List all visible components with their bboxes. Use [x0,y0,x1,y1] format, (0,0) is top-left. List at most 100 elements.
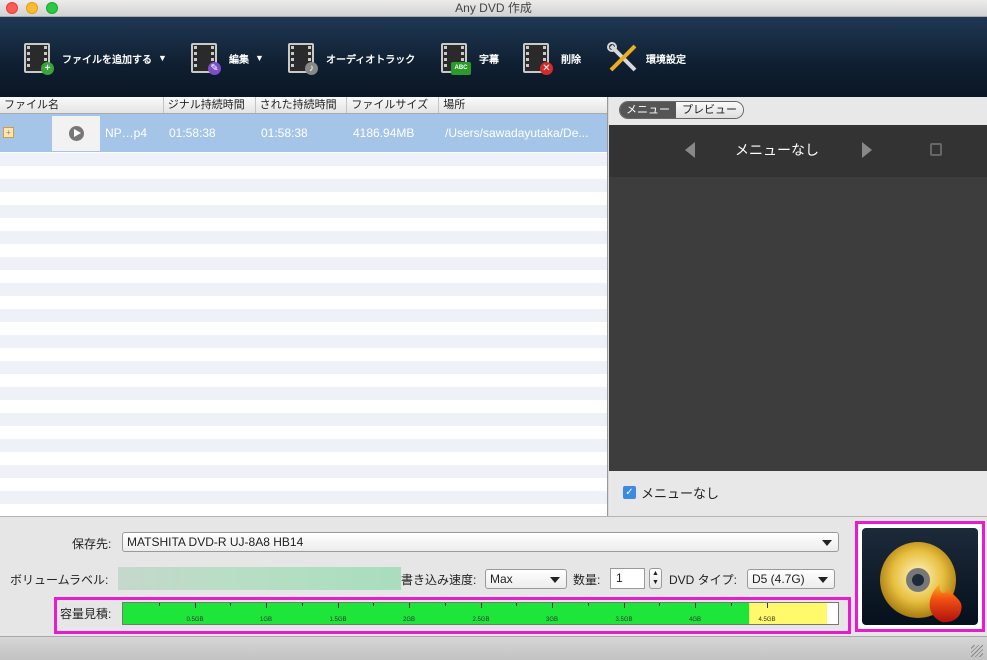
minimize-window-button[interactable] [26,2,38,14]
save-to-select[interactable]: MATSHITA DVD-R UJ-8A8 HB14 [122,532,839,552]
audio-track-button[interactable]: ♪ オーディオトラック [286,39,415,77]
capacity-tick [338,603,339,608]
chevron-down-icon [822,540,832,546]
add-file-button[interactable]: + ファイルを追加する ▼ [22,39,167,77]
capacity-bar: 0.5GB 1GB 1.5GB 2GB 2.5GB 3GB 3.5GB 4GB 4.5GB [122,602,839,625]
volume-label-label: ボリュームラベル: [10,573,109,587]
edit-button[interactable]: ✎ 編集 ▼ [189,39,264,77]
add-file-label: ファイルを追加する [62,54,152,66]
next-menu-icon[interactable] [862,142,872,158]
burn-button[interactable] [862,528,978,625]
capacity-tick-label: 2GB [402,617,416,623]
capacity-tick [266,603,267,608]
capacity-minor-tick [588,603,589,606]
settings-button[interactable]: 環境設定 [606,39,686,77]
quantity-stepper[interactable]: ▲ ▼ [649,568,662,589]
capacity-tick [409,603,410,608]
capacity-tick [767,603,768,608]
delete-button[interactable]: ✕ 削除 [521,39,581,77]
quantity-label: 数量: [573,573,601,587]
file-list-rows [0,114,607,516]
menu-navigation-bar: メニューなし [609,125,987,177]
disc-burn-icon [880,542,962,623]
edit-menu-icon[interactable] [930,143,942,156]
subtitle-button[interactable]: ABC 字幕 [439,39,499,77]
column-header-trimmed-duration[interactable]: された持続時間 [256,97,348,113]
file-size: 4186.94MB [353,126,415,140]
capacity-tick-label: 0.5GB [186,617,204,623]
file-list: ファイル名 ジナル持続時間 された持続時間 ファイルサイズ 場所 + NP…p4… [0,97,608,516]
tab-menu[interactable]: メニュー [620,102,676,118]
column-header-location[interactable]: 場所 [439,97,607,113]
capacity-minor-tick [373,603,374,606]
window-title: Any DVD 作成 [455,1,532,15]
capacity-tick [195,603,196,608]
capacity-tick-label: 3.5GB [615,617,633,623]
volume-label-input[interactable] [118,567,401,590]
toolbar: + ファイルを追加する ▼ ✎ 編集 ▼ ♪ オーディオトラック ABC 字幕 … [0,17,987,97]
title-bar: Any DVD 作成 [0,0,987,17]
edit-label: 編集 [229,54,249,66]
burn-highlight-frame [855,521,985,632]
chevron-down-icon[interactable]: ▼ [255,53,264,63]
write-speed-select[interactable]: Max [485,569,567,589]
capacity-label: 容量見積: [60,607,112,621]
column-header-filename[interactable]: ファイル名 [0,97,164,113]
row-checkbox[interactable]: + [3,127,14,138]
chevron-down-icon [550,577,560,583]
film-abc-icon: ABC [439,41,471,75]
save-to-label: 保存先: [72,537,112,551]
capacity-minor-tick [731,603,732,606]
file-name: NP…p4 [105,126,148,140]
settings-label: 環境設定 [646,54,686,66]
dvd-type-label: DVD タイプ: [669,573,738,587]
capacity-tick [552,603,553,608]
film-delete-icon: ✕ [521,41,553,75]
subtitle-label: 字幕 [479,54,499,66]
no-menu-checkbox[interactable]: ✓ メニューなし [623,483,719,502]
delete-label: 削除 [561,54,581,66]
quantity-field[interactable]: 1 [610,568,645,589]
chevron-down-icon[interactable]: ▼ [158,53,167,63]
capacity-tick [481,603,482,608]
chevron-down-icon [818,577,828,583]
capacity-tick-label: 3GB [545,617,559,623]
audio-track-label: オーディオトラック [326,54,416,66]
capacity-minor-tick [159,603,160,606]
output-settings: 保存先: MATSHITA DVD-R UJ-8A8 HB14 ボリュームラベル… [0,516,987,636]
tab-preview[interactable]: プレビュー [676,102,743,118]
no-menu-checkbox-label: メニューなし [641,486,720,501]
capacity-tick [695,603,696,608]
menu-preview-segment: メニュー プレビュー [619,101,744,119]
capacity-tick [624,603,625,608]
zoom-window-button[interactable] [46,2,58,14]
checkbox-checked-icon[interactable]: ✓ [623,486,636,499]
capacity-minor-tick [302,603,303,606]
capacity-minor-tick [445,603,446,606]
trimmed-duration: 01:58:38 [261,126,308,140]
close-window-button[interactable] [6,2,18,14]
capacity-minor-tick [230,603,231,606]
capacity-tick-label: 4.5GB [758,617,776,623]
video-thumbnail[interactable] [52,116,100,151]
menu-template-title: メニューなし [735,142,819,158]
original-duration: 01:58:38 [169,126,216,140]
write-speed-value: Max [490,572,513,586]
write-speed-label: 書き込み速度: [401,573,477,587]
column-header-file-size[interactable]: ファイルサイズ [347,97,440,113]
resize-grip-icon[interactable] [971,645,983,657]
capacity-tick-label: 1GB [259,617,273,623]
file-list-header: ファイル名 ジナル持続時間 された持続時間 ファイルサイズ 場所 [0,97,607,114]
previous-menu-icon[interactable] [685,142,695,158]
table-row[interactable]: + NP…p4 01:58:38 01:58:38 4186.94MB /Use… [0,114,607,152]
dvd-type-value: D5 (4.7G) [752,572,805,586]
capacity-tick-label: 2.5GB [472,617,490,623]
capacity-minor-tick [516,603,517,606]
column-header-original-duration[interactable]: ジナル持続時間 [164,97,256,113]
save-to-value: MATSHITA DVD-R UJ-8A8 HB14 [127,535,304,549]
capacity-bar-green [123,603,749,624]
capacity-tick-label: 1.5GB [329,617,347,623]
dvd-type-select[interactable]: D5 (4.7G) [747,569,835,589]
play-icon[interactable] [69,126,84,141]
film-edit-icon: ✎ [189,41,221,75]
